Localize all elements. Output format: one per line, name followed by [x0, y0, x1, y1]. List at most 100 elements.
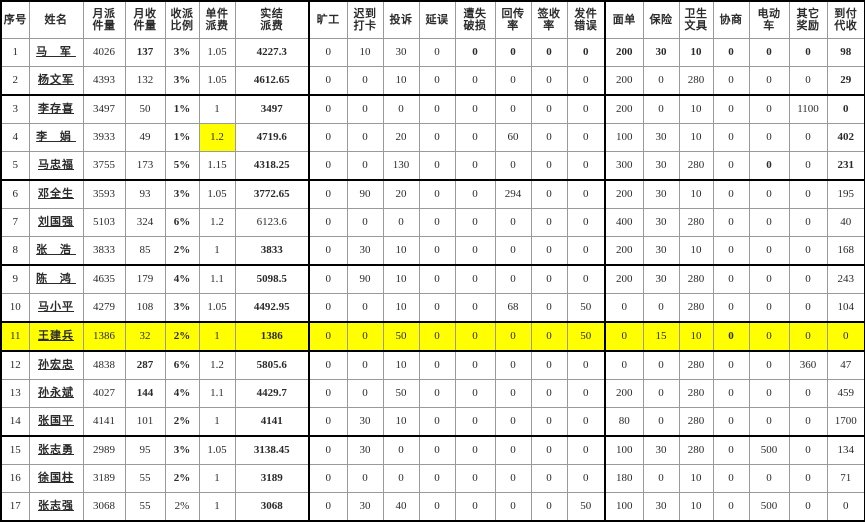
table-row[interactable]: 9陈 鸿 4635 179 4% 1.1 5098.5 0 90 10 0 0 0 0 0 200 30 280… — [0, 264, 865, 294]
cell-name[interactable]: 徐国柱 — [28, 464, 84, 493]
cell-settle[interactable]: 4492.95 — [234, 293, 310, 323]
cell-back_rate[interactable]: 60 — [494, 123, 532, 152]
cell-idx[interactable]: 3 — [0, 94, 30, 124]
cell-waybill[interactable]: 400 — [604, 208, 644, 237]
cell-supplies[interactable]: 280 — [678, 66, 714, 96]
cell-late[interactable]: 0 — [346, 293, 384, 323]
cell-settle[interactable]: 6123.6 — [234, 208, 310, 237]
cell-sign_rate[interactable]: 0 — [530, 293, 568, 323]
cell-lost[interactable]: 0 — [454, 407, 496, 437]
column-header-lost[interactable]: 遭失 破损 — [454, 0, 496, 39]
cell-delay[interactable]: 0 — [418, 264, 456, 294]
cell-recv_qty[interactable]: 101 — [124, 407, 166, 437]
column-header-complaint[interactable]: 投诉 — [382, 0, 420, 39]
cell-delay[interactable]: 0 — [418, 94, 456, 124]
cell-delay[interactable]: 0 — [418, 350, 456, 380]
cell-idx[interactable]: 13 — [0, 379, 30, 408]
cell-ev_car[interactable]: 0 — [748, 236, 790, 266]
column-header-cod[interactable]: 到付 代收 — [826, 0, 865, 39]
cell-late[interactable]: 90 — [346, 179, 384, 209]
cell-insurance[interactable]: 30 — [642, 179, 680, 209]
cell-back_rate[interactable]: 0 — [494, 236, 532, 266]
cell-ev_car[interactable]: 0 — [748, 293, 790, 323]
cell-ev_car[interactable]: 500 — [748, 492, 790, 522]
cell-other_bns[interactable]: 0 — [788, 123, 828, 152]
cell-supplies[interactable]: 10 — [678, 321, 714, 352]
cell-send_qty[interactable]: 4279 — [82, 293, 126, 323]
cell-err_rate[interactable]: 0 — [566, 264, 606, 294]
cell-cod[interactable]: 134 — [826, 435, 865, 465]
cell-negotiate[interactable]: 0 — [712, 38, 750, 67]
cell-ev_car[interactable]: 0 — [748, 464, 790, 493]
cell-insurance[interactable]: 30 — [642, 123, 680, 152]
cell-complaint[interactable]: 10 — [382, 407, 420, 437]
cell-cod[interactable]: 47 — [826, 350, 865, 380]
column-header-supplies[interactable]: 卫生 文具 — [678, 0, 714, 39]
cell-recv_qty[interactable]: 49 — [124, 123, 166, 152]
cell-delay[interactable]: 0 — [418, 123, 456, 152]
cell-unit_fee[interactable]: 1.05 — [198, 38, 236, 67]
cell-waybill[interactable]: 200 — [604, 38, 644, 67]
cell-other_bns[interactable]: 0 — [788, 208, 828, 237]
cell-lost[interactable]: 0 — [454, 464, 496, 493]
cell-send_qty[interactable]: 3833 — [82, 236, 126, 266]
cell-err_rate[interactable]: 50 — [566, 321, 606, 352]
cell-send_qty[interactable]: 4838 — [82, 350, 126, 380]
cell-name[interactable]: 张 浩 — [28, 236, 84, 266]
cell-settle[interactable]: 4141 — [234, 407, 310, 437]
column-header-sign_rate[interactable]: 签收率 — [530, 0, 568, 39]
cell-absent[interactable]: 0 — [308, 379, 348, 408]
cell-delay[interactable]: 0 — [418, 208, 456, 237]
cell-send_qty[interactable]: 2989 — [82, 435, 126, 465]
cell-waybill[interactable]: 200 — [604, 94, 644, 124]
cell-back_rate[interactable]: 0 — [494, 38, 532, 67]
cell-err_rate[interactable]: 0 — [566, 94, 606, 124]
table-body[interactable]: 1马 军 4026 137 3% 1.05 4227.3 0 10 30 0 0 0 0 0 200 30 10… — [0, 38, 865, 522]
cell-other_bns[interactable]: 0 — [788, 435, 828, 465]
cell-waybill[interactable]: 100 — [604, 492, 644, 522]
cell-absent[interactable]: 0 — [308, 94, 348, 124]
cell-send_qty[interactable]: 3189 — [82, 464, 126, 493]
cell-settle[interactable]: 3772.65 — [234, 179, 310, 209]
cell-late[interactable]: 30 — [346, 236, 384, 266]
cell-other_bns[interactable]: 360 — [788, 350, 828, 380]
cell-cod[interactable]: 402 — [826, 123, 865, 152]
cell-ev_car[interactable]: 0 — [748, 321, 790, 352]
cell-lost[interactable]: 0 — [454, 94, 496, 124]
cell-complaint[interactable]: 10 — [382, 236, 420, 266]
cell-sign_rate[interactable]: 0 — [530, 492, 568, 522]
cell-ratio[interactable]: 2% — [164, 464, 200, 493]
cell-absent[interactable]: 0 — [308, 208, 348, 237]
cell-delay[interactable]: 0 — [418, 66, 456, 96]
cell-insurance[interactable]: 30 — [642, 38, 680, 67]
cell-back_rate[interactable]: 0 — [494, 208, 532, 237]
cell-unit_fee[interactable]: 1 — [198, 407, 236, 437]
cell-unit_fee[interactable]: 1 — [198, 464, 236, 493]
cell-complaint[interactable]: 130 — [382, 151, 420, 181]
cell-other_bns[interactable]: 0 — [788, 66, 828, 96]
cell-negotiate[interactable]: 0 — [712, 350, 750, 380]
column-header-ratio[interactable]: 收派 比例 — [164, 0, 200, 39]
cell-supplies[interactable]: 10 — [678, 179, 714, 209]
cell-name[interactable]: 陈 鸿 — [28, 264, 84, 294]
table-row[interactable]: 6 邓全生 3593 93 3% 1.05 3772.65 0 90 20 0 0 294 0 0 200 30… — [0, 179, 865, 209]
cell-ratio[interactable]: 2% — [164, 236, 200, 266]
cell-other_bns[interactable]: 0 — [788, 151, 828, 181]
cell-recv_qty[interactable]: 95 — [124, 435, 166, 465]
cell-recv_qty[interactable]: 93 — [124, 179, 166, 209]
cell-recv_qty[interactable]: 173 — [124, 151, 166, 181]
cell-other_bns[interactable]: 0 — [788, 407, 828, 437]
cell-send_qty[interactable]: 3593 — [82, 179, 126, 209]
cell-ev_car[interactable]: 0 — [748, 208, 790, 237]
table-row[interactable]: 2 杨文军 4393 132 3% 1.05 4612.65 0 0 10 0 0 0 0 0 200 0 280… — [0, 66, 865, 96]
cell-negotiate[interactable]: 0 — [712, 264, 750, 294]
cell-name[interactable]: 王建兵 — [28, 321, 84, 352]
cell-waybill[interactable]: 200 — [604, 236, 644, 266]
cell-cod[interactable]: 195 — [826, 179, 865, 209]
cell-absent[interactable]: 0 — [308, 66, 348, 96]
cell-sign_rate[interactable]: 0 — [530, 435, 568, 465]
cell-recv_qty[interactable]: 50 — [124, 94, 166, 124]
table-row[interactable]: 3李存喜3497501%1349700000000200010001100043… — [0, 94, 865, 124]
cell-lost[interactable]: 0 — [454, 38, 496, 67]
cell-sign_rate[interactable]: 0 — [530, 407, 568, 437]
